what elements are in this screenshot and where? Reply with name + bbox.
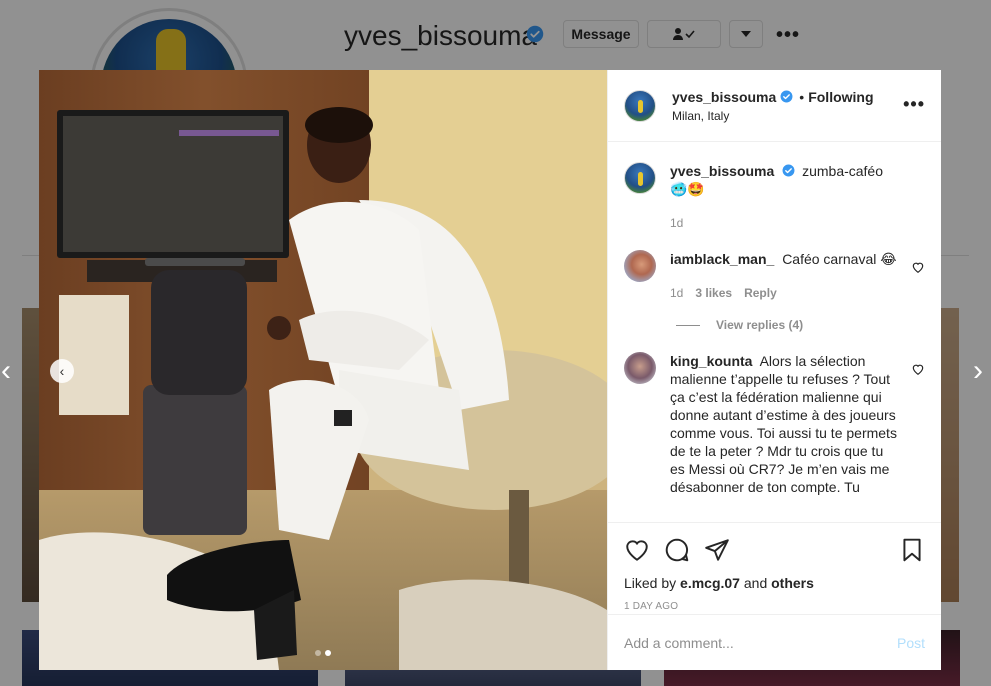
post-photo-illustration [39, 70, 607, 670]
caption-username[interactable]: yves_bissouma [670, 163, 774, 179]
view-replies-label: View replies (4) [716, 318, 804, 332]
verified-icon [780, 90, 793, 103]
save-bookmark-icon[interactable] [899, 537, 925, 563]
reply-button[interactable]: Reply [744, 286, 777, 300]
liked-by-and: and [743, 575, 768, 591]
commenter-avatar[interactable] [624, 250, 656, 282]
post-actions: Liked by e.mcg.07 and others 1 DAY AGO [608, 522, 941, 612]
author-username[interactable]: yves_bissouma [672, 89, 776, 105]
comment-username[interactable]: king_kounta [670, 353, 752, 369]
post-header: yves_bissouma • Following Milan, Italy •… [608, 70, 941, 142]
like-comment-heart-icon[interactable] [911, 362, 925, 376]
comment-time: 1d [670, 286, 684, 300]
caption-time: 1d [670, 216, 684, 230]
post-sidebar: yves_bissouma • Following Milan, Italy •… [607, 70, 941, 670]
verified-icon [782, 164, 795, 177]
author-avatar[interactable] [624, 89, 656, 122]
post-photo[interactable]: ‹ [39, 70, 607, 670]
like-heart-icon[interactable] [624, 537, 650, 563]
carousel-dot [315, 650, 321, 656]
carousel-dot-active [325, 650, 331, 656]
liked-by-prefix: Liked by [624, 575, 677, 591]
comments-list[interactable]: yves_bissouma zumba-caféo 🥶🤩 1d iamblack… [608, 142, 941, 522]
post-caption: yves_bissouma zumba-caféo 🥶🤩 1d [624, 162, 925, 230]
post-options-icon[interactable]: ••• [903, 94, 925, 115]
following-button[interactable]: Following [808, 89, 873, 105]
comment-username[interactable]: iamblack_man_ [670, 251, 774, 267]
share-paper-plane-icon[interactable] [704, 537, 730, 563]
comment-text: Alors la sélection malienne t’appelle tu… [670, 353, 897, 495]
carousel-indicator [315, 650, 331, 656]
separator-bullet: • [799, 88, 805, 105]
author-avatar[interactable] [624, 162, 656, 194]
commenter-avatar[interactable] [624, 352, 656, 384]
view-replies-button[interactable]: View replies (4) [676, 318, 925, 332]
previous-post-arrow[interactable]: ‹ [0, 355, 16, 387]
post-modal: ‹ yves_bissouma • Following Milan, Italy [39, 70, 941, 670]
liked-by-username[interactable]: e.mcg.07 [680, 575, 740, 591]
comment-bubble-icon[interactable] [664, 537, 690, 563]
post-comment-button[interactable]: Post [897, 635, 925, 651]
add-comment-bar: Post [608, 614, 941, 670]
carousel-prev-button[interactable]: ‹ [50, 359, 74, 383]
post-timestamp[interactable]: 1 DAY AGO [624, 601, 925, 612]
liked-by: Liked by e.mcg.07 and others [624, 575, 925, 591]
replies-line [676, 324, 700, 326]
comment-input[interactable] [624, 634, 897, 651]
comment-text: Caféo carnaval 😂 [782, 251, 897, 267]
post-location[interactable]: Milan, Italy [672, 109, 874, 123]
liked-by-others[interactable]: others [771, 575, 814, 591]
next-post-arrow[interactable]: › [968, 355, 988, 387]
comment-item: iamblack_man_ Caféo carnaval 😂 1d 3 like… [624, 250, 925, 300]
comment-likes[interactable]: 3 likes [695, 286, 732, 300]
like-comment-heart-icon[interactable] [911, 260, 925, 274]
comment-item: king_kounta Alors la sélection malienne … [624, 352, 925, 496]
